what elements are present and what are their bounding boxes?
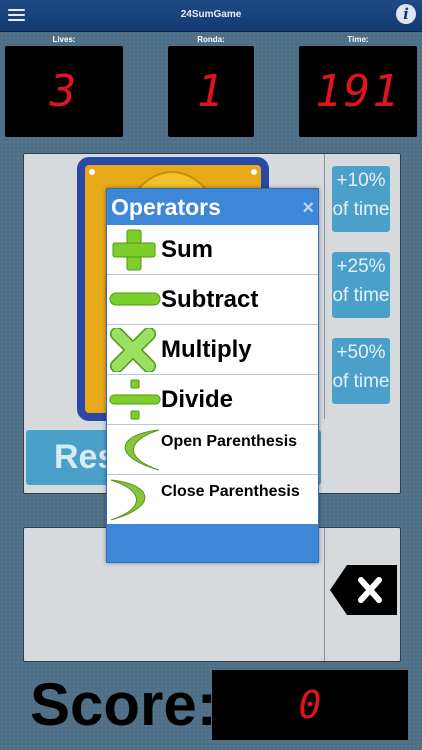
operator-subtract[interactable]: Subtract (107, 275, 318, 325)
operator-divide[interactable]: Divide (107, 375, 318, 425)
time-bonus-10-percent: +10% (336, 170, 386, 191)
card-corner-dot (89, 169, 95, 175)
time-bonus-25-caption: of time (332, 285, 390, 306)
minus-icon (109, 292, 161, 306)
operator-label: Close Parenthesis (161, 483, 300, 500)
score-label: Score: (30, 671, 217, 738)
plus-icon (112, 229, 156, 271)
operator-label: Subtract (161, 286, 259, 313)
popup-title: Operators (111, 194, 221, 220)
app-title: 24SumGame (180, 9, 242, 20)
backspace-icon[interactable] (330, 565, 397, 615)
time-bonus-50-caption: of time (332, 371, 390, 392)
round-display: 1 (168, 46, 254, 137)
time-bonus-50-percent: +50% (336, 342, 386, 363)
panel-divider (324, 528, 325, 661)
operator-open-parenthesis[interactable]: Open Parenthesis (107, 425, 318, 475)
time-bonus-10-caption: of time (332, 199, 390, 220)
open-parenthesis-icon (124, 429, 160, 471)
lives-label: Lives: (52, 35, 76, 44)
operator-label: Sum (161, 236, 214, 263)
close-icon[interactable]: × (302, 197, 314, 220)
popup-header: Operators × (107, 189, 318, 225)
operator-sum[interactable]: Sum (107, 225, 318, 275)
operator-label: Multiply (161, 336, 252, 363)
operator-close-parenthesis[interactable]: Close Parenthesis (107, 475, 318, 525)
panel-divider (324, 154, 325, 419)
time-label: Time: (347, 35, 369, 44)
close-parenthesis-icon (110, 479, 146, 521)
info-icon[interactable]: i (396, 4, 416, 24)
time-bonus-25-percent: +25% (336, 256, 386, 277)
time-bonus-50-button[interactable]: +50% of time (332, 338, 390, 404)
lives-display: 3 (5, 46, 123, 137)
round-label: Ronda: (197, 35, 225, 44)
operator-label: Open Parenthesis (161, 433, 298, 450)
card-corner-dot (251, 169, 257, 175)
time-bonus-25-button[interactable]: +25% of time (332, 252, 390, 318)
time-bonus-10-button[interactable]: +10% of time (332, 166, 390, 232)
score-display: 0 (212, 670, 408, 740)
operators-popup: Operators × Sum Subtract Multiply Divide (106, 188, 319, 563)
time-display: 191 (299, 46, 417, 137)
divide-icon (109, 379, 161, 420)
top-bar: 24SumGame i (0, 0, 422, 32)
multiply-icon (110, 328, 156, 372)
popup-footer (107, 524, 318, 562)
operator-multiply[interactable]: Multiply (107, 325, 318, 375)
operator-label: Divide (161, 386, 234, 413)
